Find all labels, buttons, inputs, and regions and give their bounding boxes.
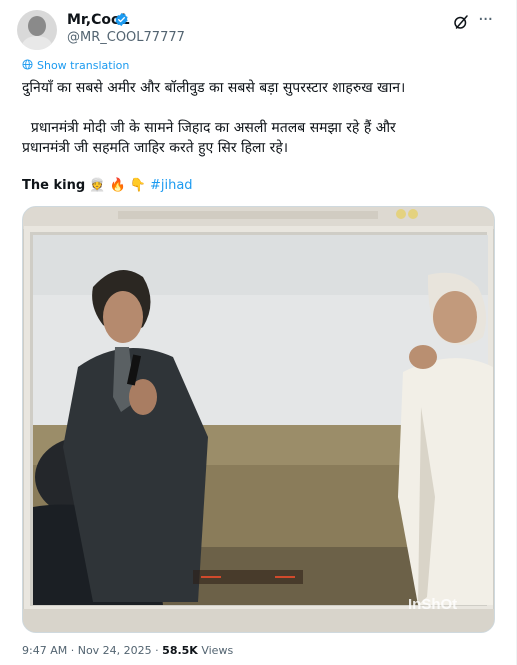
emoji-group: 👳 🔥 👇	[89, 178, 146, 193]
post-text-line-1: दुनियाँ का सबसे अमीर और बॉलीवुड का सबसे …	[22, 80, 406, 96]
video-media[interactable]: InShOt	[22, 206, 495, 633]
hashtag-link[interactable]: #jihad	[150, 178, 193, 193]
post-text-line-2: प्रधानमंत्री मोदी जी के सामने जिहाद का अ…	[22, 120, 396, 136]
meta-separator-2: ·	[155, 644, 159, 657]
show-translation-label: Show translation	[37, 59, 130, 72]
meta-separator-1: ·	[70, 644, 75, 657]
post-text-line-3: प्रधानमंत्री जी सहमति जाहिर करते हुए सिर…	[22, 140, 289, 156]
more-icon[interactable]: ···	[478, 9, 493, 31]
inshot-watermark: InShOt	[408, 596, 458, 613]
show-translation-link[interactable]: Show translation	[22, 59, 129, 73]
views-label: Views	[201, 644, 234, 657]
post-tagline: The king 👳 🔥 👇 #jihad	[22, 177, 193, 195]
post-date[interactable]: Nov 24, 2025	[78, 644, 152, 657]
tweet-card: Mr,CooL @MR_COOL77777 ··· Show translati…	[0, 0, 517, 665]
avatar[interactable]	[17, 10, 57, 50]
grok-icon[interactable]	[452, 13, 470, 31]
avatar-head	[28, 16, 46, 36]
post-meta: 9:47 AM · Nov 24, 2025 · 58.5K Views	[22, 644, 233, 658]
author-handle[interactable]: @MR_COOL77777	[67, 30, 185, 46]
views-count: 58.5K	[162, 644, 198, 657]
avatar-body	[22, 36, 52, 50]
video-frame	[23, 207, 494, 632]
globe-icon	[22, 59, 33, 70]
king-text: The king	[22, 178, 86, 193]
post-time[interactable]: 9:47 AM	[22, 644, 67, 657]
verified-badge-icon	[115, 12, 128, 27]
